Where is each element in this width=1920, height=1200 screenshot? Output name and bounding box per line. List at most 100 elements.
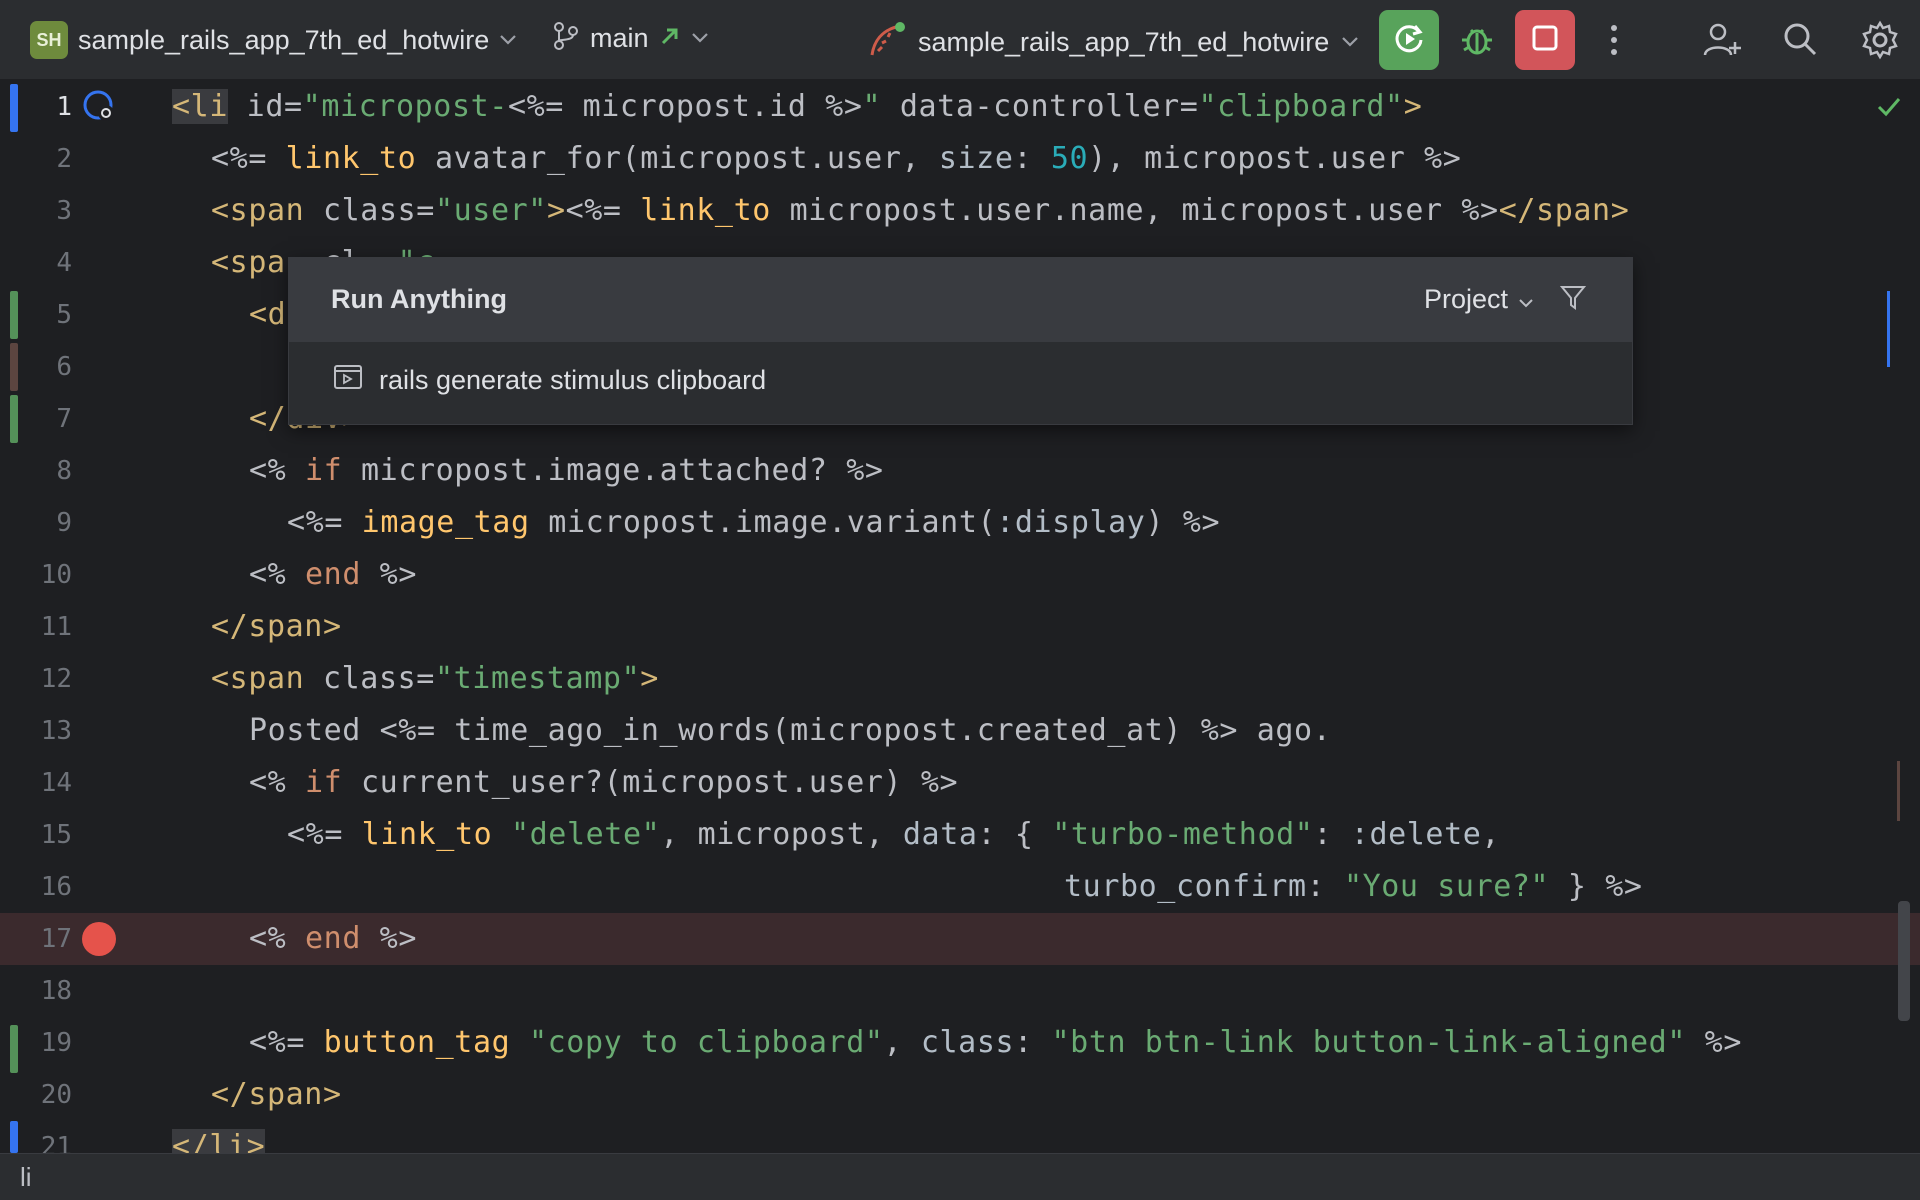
bug-icon xyxy=(1458,20,1496,63)
project-selector[interactable]: SH sample_rails_app_7th_ed_hotwire xyxy=(30,21,517,59)
filter-icon xyxy=(1559,286,1587,310)
line-number: 17 xyxy=(40,924,72,954)
gear-icon xyxy=(1860,20,1900,65)
filter-button[interactable] xyxy=(1558,282,1588,317)
code-text: </span> xyxy=(211,609,342,644)
code-text: <%= button_tag "copy to clipboard", clas… xyxy=(249,1025,1742,1060)
scrollbar-mark xyxy=(1887,291,1890,367)
line-number: 18 xyxy=(40,976,72,1006)
status-bar: li xyxy=(0,1153,1920,1200)
stop-button[interactable] xyxy=(1515,10,1575,70)
rerun-button[interactable] xyxy=(1379,10,1439,70)
branch-name: main xyxy=(590,23,649,53)
code-text: turbo_confirm: "You sure?" } %> xyxy=(1064,869,1643,904)
breakpoint-icon[interactable] xyxy=(82,922,116,956)
code-line[interactable]: 19 <%= button_tag "copy to clipboard", c… xyxy=(0,1017,1900,1069)
search-icon xyxy=(1781,20,1819,63)
code-text: <span class="timestamp"> xyxy=(211,661,659,696)
line-number: 20 xyxy=(40,1080,72,1110)
code-text: <% if current_user?(micropost.user) %> xyxy=(249,765,959,800)
chevron-down-icon xyxy=(691,27,709,50)
scope-dropdown[interactable]: Project xyxy=(1424,284,1534,315)
add-user-icon xyxy=(1702,20,1742,65)
vertical-scrollbar-thumb[interactable] xyxy=(1898,901,1910,1021)
more-vertical-icon xyxy=(1600,20,1628,65)
breadcrumb[interactable]: li xyxy=(20,1162,32,1193)
line-number: 19 xyxy=(40,1028,72,1058)
code-with-me-button[interactable] xyxy=(1702,20,1742,65)
code-text: <% end %> xyxy=(249,921,417,956)
run-configuration-selector[interactable]: sample_rails_app_7th_ed_hotwire xyxy=(868,21,1359,64)
run-anything-item-label: rails generate stimulus clipboard xyxy=(379,365,767,395)
line-number: 5 xyxy=(56,300,72,330)
line-number: 3 xyxy=(56,196,72,226)
popup-header: Run Anything Project xyxy=(289,258,1632,342)
chevron-down-icon xyxy=(1518,284,1534,315)
chevron-down-icon xyxy=(499,29,517,52)
code-line-breakpoint[interactable]: 17 <% end %> xyxy=(0,913,1920,965)
code-text: Posted <%= time_ago_in_words(micropost.c… xyxy=(249,713,1332,748)
code-line[interactable]: 14 <% if current_user?(micropost.user) %… xyxy=(0,757,1900,809)
code-line[interactable]: 10 <% end %> xyxy=(0,549,1900,601)
project-badge: SH xyxy=(30,21,68,59)
line-number: 10 xyxy=(40,560,72,590)
code-text: <li id="micropost-<%= micropost.id %>" d… xyxy=(172,89,1423,124)
line-number: 13 xyxy=(40,716,72,746)
code-text: <%= link_to "delete", micropost, data: {… xyxy=(287,817,1501,852)
code-text: <%= link_to avatar_for(micropost.user, s… xyxy=(211,141,1462,176)
main-toolbar: SH sample_rails_app_7th_ed_hotwire main … xyxy=(0,0,1920,80)
line-number: 16 xyxy=(40,872,72,902)
code-line[interactable]: 3 <span class="user"><%= link_to micropo… xyxy=(0,185,1900,237)
debug-button[interactable] xyxy=(1458,20,1496,63)
code-line[interactable]: 12 <span class="timestamp"> xyxy=(0,653,1900,705)
code-line[interactable]: 18 xyxy=(0,965,1900,1017)
code-line[interactable]: 8 <% if micropost.image.attached? %> xyxy=(0,445,1900,497)
run-config-name: sample_rails_app_7th_ed_hotwire xyxy=(918,27,1330,57)
code-line[interactable]: 21 </li> xyxy=(0,1121,1900,1153)
run-anything-popup[interactable]: Run Anything Project rails generate stim… xyxy=(288,257,1633,425)
code-editor[interactable]: 1 <li id="micropost-<%= micropost.id %>"… xyxy=(0,81,1920,1153)
line-number: 11 xyxy=(40,612,72,642)
line-number: 14 xyxy=(40,768,72,798)
code-line[interactable]: 13 Posted <%= time_ago_in_words(micropos… xyxy=(0,705,1900,757)
code-text: <%= image_tag micropost.image.variant(:d… xyxy=(287,505,1221,540)
scrollbar-mark xyxy=(1897,761,1900,821)
settings-button[interactable] xyxy=(1860,20,1900,65)
popup-title: Run Anything xyxy=(331,284,507,314)
code-text: <d xyxy=(249,297,287,332)
line-number: 12 xyxy=(40,664,72,694)
scope-label: Project xyxy=(1423,284,1508,314)
stop-icon xyxy=(1530,23,1560,58)
code-text: <span class="user"><%= link_to micropost… xyxy=(211,193,1630,228)
line-number: 6 xyxy=(56,352,72,382)
code-line[interactable]: 11 </span> xyxy=(0,601,1900,653)
line-number: 1 xyxy=(56,92,72,122)
line-number: 2 xyxy=(56,144,72,174)
code-line[interactable]: 16 turbo_confirm: "You sure?" } %> xyxy=(0,861,1900,913)
no-problems-check-icon[interactable] xyxy=(1876,95,1902,124)
branch-selector[interactable]: main xyxy=(552,21,709,56)
code-line[interactable]: 20 </span> xyxy=(0,1069,1900,1121)
code-line[interactable]: 15 <%= link_to "delete", micropost, data… xyxy=(0,809,1900,861)
rails-icon xyxy=(868,21,906,64)
code-line[interactable]: 1 <li id="micropost-<%= micropost.id %>"… xyxy=(0,81,1902,133)
code-line[interactable]: 9 <%= image_tag micropost.image.variant(… xyxy=(0,497,1900,549)
rerun-icon xyxy=(1391,20,1427,61)
line-number: 7 xyxy=(56,404,72,434)
code-text: <% end %> xyxy=(249,557,417,592)
outgoing-arrow-icon xyxy=(659,25,681,52)
search-everywhere-button[interactable] xyxy=(1781,20,1819,63)
project-name: sample_rails_app_7th_ed_hotwire xyxy=(78,24,490,55)
line-number: 8 xyxy=(56,456,72,486)
line-number: 4 xyxy=(56,248,72,278)
line-number: 15 xyxy=(40,820,72,850)
code-text: </li> xyxy=(172,1121,266,1153)
code-line[interactable]: 2 <%= link_to avatar_for(micropost.user,… xyxy=(0,133,1900,185)
code-text: </span> xyxy=(211,1077,342,1112)
code-text: <% if micropost.image.attached? %> xyxy=(249,453,884,488)
line-number: 21 xyxy=(40,1132,72,1153)
terminal-run-icon xyxy=(333,364,363,397)
run-anything-item[interactable]: rails generate stimulus clipboard xyxy=(333,364,766,397)
stimulus-controller-gear-icon[interactable] xyxy=(82,89,118,130)
more-actions-button[interactable] xyxy=(1600,20,1628,65)
